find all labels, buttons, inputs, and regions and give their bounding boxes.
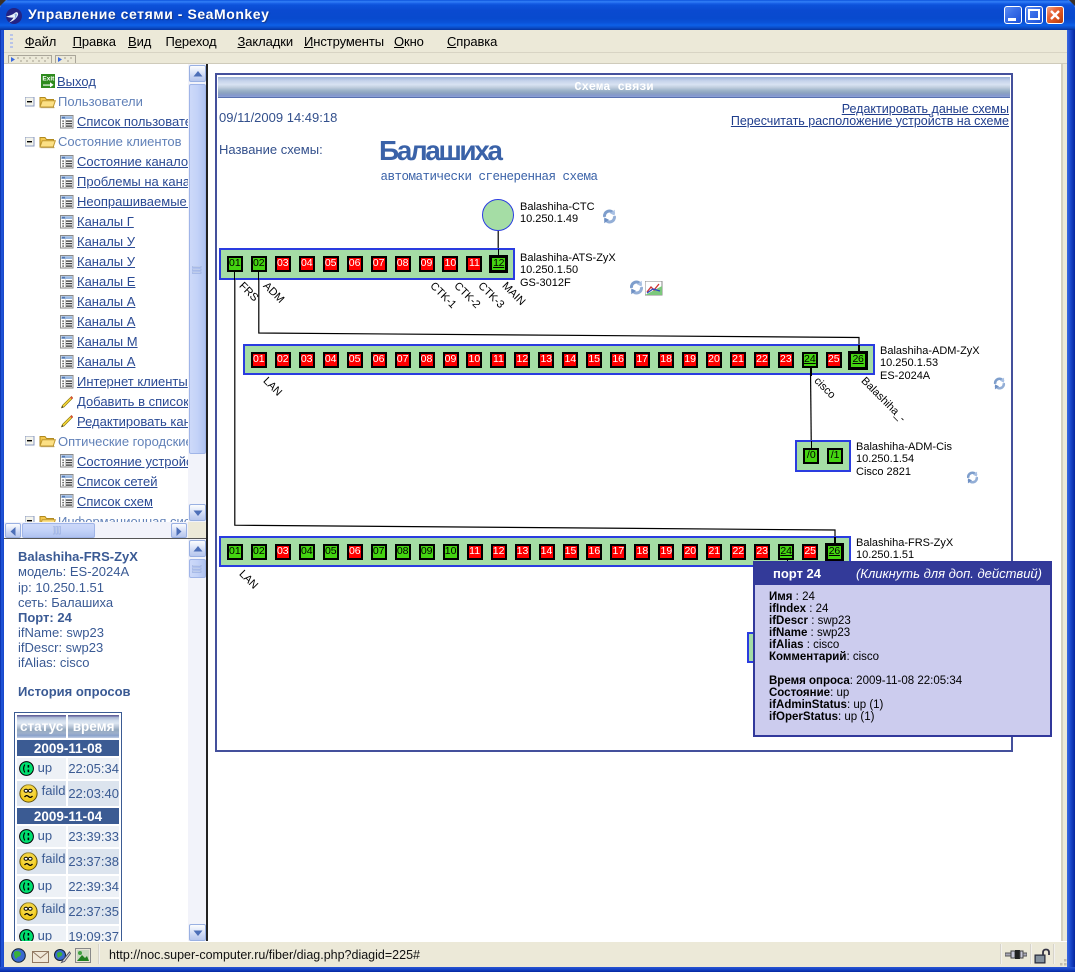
svg-text:Exit: Exit — [42, 75, 55, 82]
